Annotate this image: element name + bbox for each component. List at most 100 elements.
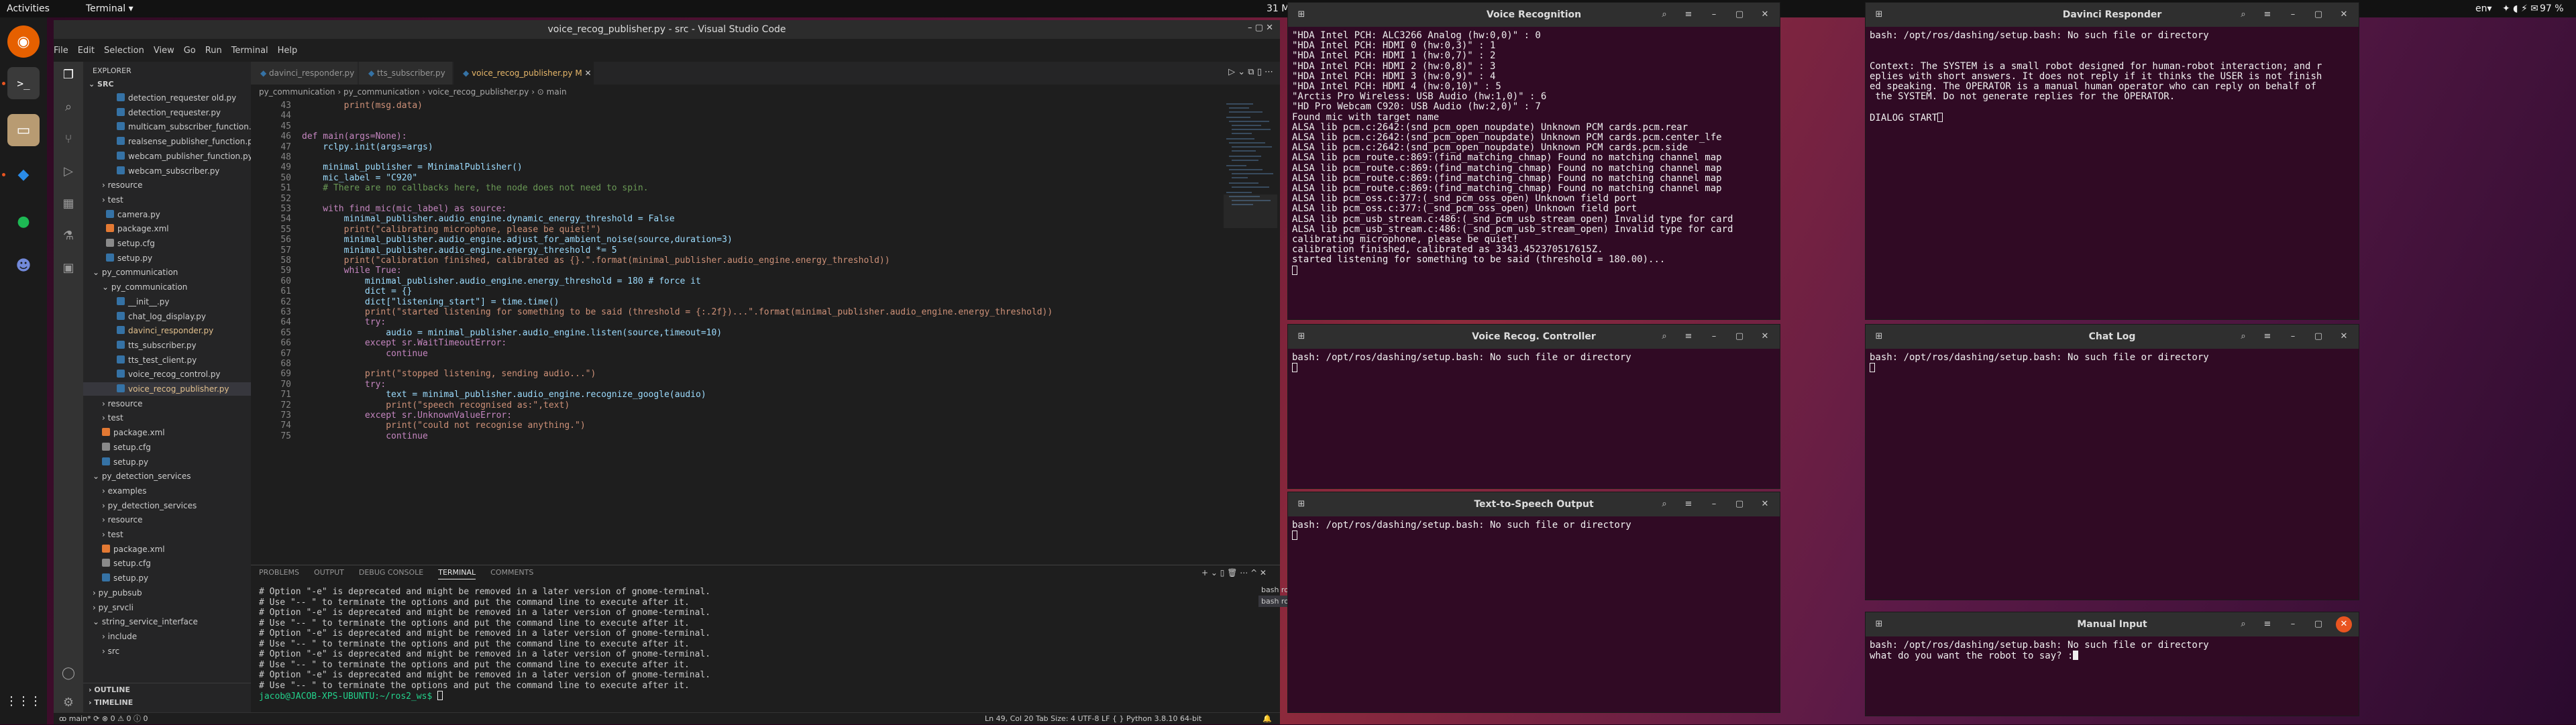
close-icon[interactable]: ✕ [2336, 329, 2352, 345]
file-item[interactable]: setup.py [83, 571, 251, 585]
file-item[interactable]: camera.py [83, 208, 251, 221]
maximize-icon[interactable]: ▢ [1731, 496, 1748, 512]
folder-item[interactable]: › src [83, 645, 251, 658]
file-item[interactable]: setup.cfg [83, 441, 251, 454]
menu-icon[interactable]: ≡ [2259, 7, 2275, 23]
davinci-responder-window[interactable]: ⊞ Davinci Responder ⌕ ≡ – ▢ ✕ bash: /opt/ros/d… [1865, 2, 2359, 320]
panel-tab-problems[interactable]: PROBLEMS [259, 568, 299, 577]
menu-edit[interactable]: Edit [78, 46, 95, 56]
panel-tab-terminal[interactable]: TERMINAL [438, 568, 476, 579]
close-icon[interactable]: ✕ [582, 68, 592, 78]
testing-icon[interactable]: ⚗ [60, 228, 76, 244]
search-icon[interactable]: ⌕ [2235, 329, 2251, 345]
vscode-icon[interactable]: ◆ [7, 158, 40, 190]
minimize-icon[interactable]: – [1706, 496, 1722, 512]
minimize-icon[interactable]: – [2285, 616, 2301, 632]
file-item[interactable]: detection_requester old.py [83, 91, 251, 105]
menu-go[interactable]: Go [184, 46, 196, 56]
notifications-icon[interactable]: 🔔 [1263, 713, 1272, 725]
maximize-icon[interactable]: ▢ [1731, 7, 1748, 23]
menu-help[interactable]: Help [278, 46, 298, 56]
minimize-icon[interactable]: – [2285, 329, 2301, 345]
tab-2[interactable]: ◆ tts_subscriber.py [359, 62, 453, 85]
panel-tab-output[interactable]: OUTPUT [314, 568, 344, 577]
menu-icon[interactable]: ≡ [1680, 7, 1697, 23]
file-item[interactable]: setup.py [83, 252, 251, 265]
menu-terminal[interactable]: Terminal [231, 46, 268, 56]
spotify-icon[interactable]: ● [7, 205, 40, 237]
terminal-icon[interactable]: >_ [7, 67, 40, 99]
menu-selection[interactable]: Selection [104, 46, 144, 56]
close-icon[interactable]: ✕ [1757, 496, 1773, 512]
menu-icon[interactable]: ≡ [1680, 329, 1697, 345]
files-icon[interactable]: ▭ [7, 114, 40, 146]
panel-tab-comments[interactable]: COMMENTS [490, 568, 533, 577]
folder-item[interactable]: › examples [83, 484, 251, 498]
tab-3[interactable]: ◆ voice_recog_publisher.py M ✕ [453, 62, 594, 85]
remote-icon[interactable]: ▣ [60, 260, 76, 276]
terminal-output[interactable]: bash: /opt/ros/dashing/setup.bash: No su… [1292, 352, 1776, 486]
file-item[interactable]: multicam_subscriber_function.py [83, 120, 251, 133]
firefox-icon[interactable]: ◉ [7, 25, 40, 58]
voice-recognition-window[interactable]: ⊞ Voice Recognition ⌕ ≡ – ▢ ✕ "HDA Intel PCH: … [1287, 2, 1780, 320]
close-icon[interactable]: ✕ [2336, 7, 2352, 23]
terminal-output[interactable]: bash: /opt/ros/dashing/setup.bash: No su… [1870, 352, 2355, 597]
file-item[interactable]: setup.cfg [83, 237, 251, 250]
explorer-icon[interactable]: ❐ [60, 67, 76, 83]
file-item[interactable]: davinci_responder.py [83, 324, 251, 337]
folder-item[interactable]: › py_pubsub [83, 586, 251, 600]
file-item[interactable]: __init__.py [83, 295, 251, 309]
menu-icon[interactable]: ≡ [2259, 616, 2275, 632]
folder-item[interactable]: › test [83, 193, 251, 207]
extensions-icon[interactable]: ▦ [60, 196, 76, 212]
window-controls[interactable]: – ▢ ✕ [1248, 23, 1273, 33]
minimize-icon[interactable]: – [1706, 7, 1722, 23]
menu-icon[interactable]: ≡ [1680, 496, 1697, 512]
source-control-icon[interactable]: ⑂ [60, 131, 76, 148]
close-icon[interactable]: ✕ [1757, 329, 1773, 345]
manual-input-window[interactable]: ⊞ Manual Input ⌕ ≡ – ▢ ✕ bash: /opt/ros/dashin… [1865, 612, 2359, 716]
menu-file[interactable]: File [54, 46, 68, 56]
search-icon[interactable]: ⌕ [1656, 7, 1672, 23]
status-left[interactable]: ꝏ main* ⟳ ⊗ 0 ⚠ 0 ⓘ 0 [59, 713, 148, 725]
maximize-icon[interactable]: ▢ [2310, 329, 2326, 345]
file-item[interactable]: detection_requester.py [83, 106, 251, 119]
folder-item[interactable]: › test [83, 528, 251, 541]
activities-button[interactable]: Activities [7, 3, 50, 14]
voice-recog-controller-window[interactable]: ⊞ Voice Recog. Controller ⌕ ≡ – ▢ ✕ bash: /opt… [1287, 324, 1780, 489]
code-view[interactable]: 43 print(msg.data) 44 45 46 def main(args=No… [251, 101, 1217, 563]
app-menu[interactable]: Terminal ▾ [86, 3, 133, 14]
chat-log-window[interactable]: ⊞ Chat Log ⌕ ≡ – ▢ ✕ bash: /opt/ros/dashing/se… [1865, 324, 2359, 600]
terminal-output[interactable]: "HDA Intel PCH: ALC3266 Analog (hw:0,0)"… [1292, 30, 1776, 317]
file-item[interactable]: webcam_publisher_function.py [83, 150, 251, 163]
file-item[interactable]: package.xml [83, 426, 251, 439]
terminal-output[interactable]: bash: /opt/ros/dashing/setup.bash: No su… [1292, 520, 1776, 710]
tray-icons[interactable]: ✦ ◖ ⚡ ✉ [2502, 3, 2538, 14]
maximize-icon[interactable]: ▢ [2310, 7, 2326, 23]
integrated-terminal[interactable]: # Option "-e" is deprecated and might be… [259, 587, 1178, 711]
run-debug-icon[interactable]: ▷ [60, 164, 76, 180]
file-item[interactable]: webcam_subscriber.py [83, 164, 251, 178]
close-icon[interactable]: ✕ [2336, 616, 2352, 632]
search-icon[interactable]: ⌕ [1656, 329, 1672, 345]
menu-icon[interactable]: ≡ [2259, 329, 2275, 345]
apps-grid-icon[interactable]: ⋮⋮⋮ [5, 685, 42, 717]
folder-item[interactable]: › resource [83, 513, 251, 526]
file-item[interactable]: setup.cfg [83, 557, 251, 570]
file-item[interactable]: tts_test_client.py [83, 353, 251, 367]
tab-1[interactable]: ◆ davinci_responder.py [251, 62, 358, 85]
folder-item[interactable]: ⌄ string_service_interface [83, 615, 251, 628]
menu-run[interactable]: Run [205, 46, 222, 56]
folder-item[interactable]: › py_srvcli [83, 601, 251, 614]
folder-item[interactable]: › include [83, 630, 251, 643]
terminal-output[interactable]: bash: /opt/ros/dashing/setup.bash: No su… [1870, 640, 2355, 713]
menu-view[interactable]: View [154, 46, 174, 56]
folder-item[interactable]: › resource [83, 178, 251, 192]
file-item[interactable]: package.xml [83, 543, 251, 556]
minimize-icon[interactable]: – [1706, 329, 1722, 345]
maximize-icon[interactable]: ▢ [1731, 329, 1748, 345]
editor-actions[interactable]: ▷ ⌄ ⧉ ▯ ⋯ [1228, 67, 1273, 77]
maximize-icon[interactable]: ▢ [2310, 616, 2326, 632]
panel-tab-debug-console[interactable]: DEBUG CONSOLE [359, 568, 423, 577]
minimap[interactable] [1224, 101, 1277, 315]
